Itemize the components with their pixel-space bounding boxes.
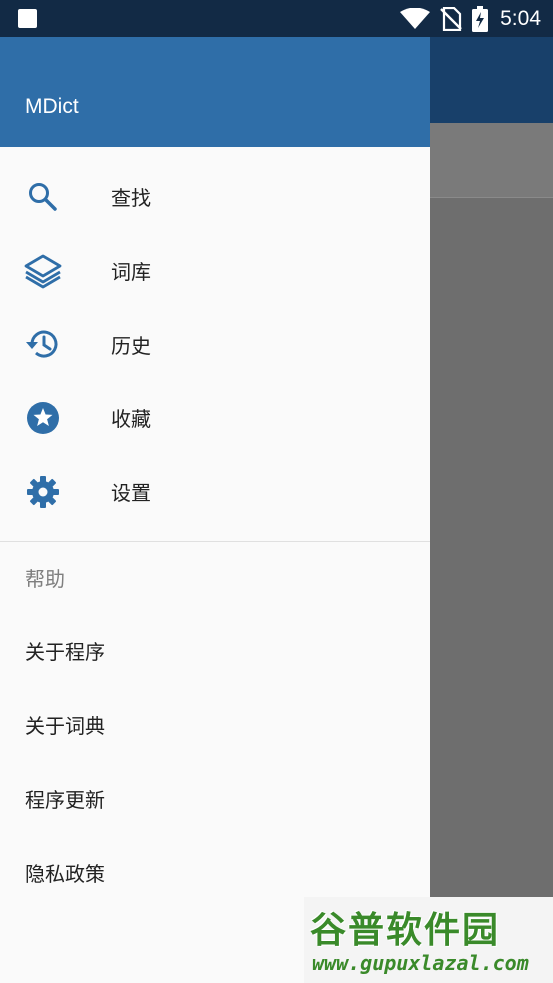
watermark: 谷普软件园 www.gupuxlazal.com — [304, 897, 553, 983]
nav-item-label: 词库 — [111, 260, 151, 285]
status-time: 5:04 — [500, 6, 541, 30]
watermark-url: www.gupuxlazal.com — [312, 951, 529, 975]
battery-charging-icon — [472, 5, 489, 32]
nav-item-favorites[interactable]: 收藏 — [0, 381, 430, 455]
history-icon — [23, 324, 63, 364]
gear-icon — [23, 472, 63, 512]
wifi-icon — [400, 7, 431, 29]
menu-item-about-app[interactable]: 关于程序 — [0, 616, 430, 690]
navigation-drawer: MDict 查找 词库 历史 收藏 设置 帮助 关于程序 关于词典 程序更新 隐… — [0, 37, 430, 983]
nav-item-history[interactable]: 历史 — [0, 307, 430, 381]
drawer-title: MDict — [25, 95, 79, 118]
drawer-header: MDict — [0, 37, 430, 147]
nav-item-label: 查找 — [111, 186, 151, 211]
layers-icon — [23, 251, 63, 291]
help-section-header: 帮助 — [25, 567, 65, 592]
nav-item-settings[interactable]: 设置 — [0, 455, 430, 529]
nav-item-label: 设置 — [111, 481, 151, 506]
menu-item-about-dictionary[interactable]: 关于词典 — [0, 690, 430, 764]
menu-item-app-update[interactable]: 程序更新 — [0, 764, 430, 838]
status-icons: 5:04 — [400, 0, 541, 37]
nav-item-label: 历史 — [111, 333, 151, 358]
nav-item-label: 收藏 — [111, 407, 151, 432]
star-icon — [23, 398, 63, 438]
search-icon — [23, 177, 63, 217]
status-bar: 5:04 — [0, 0, 553, 37]
nav-list: 查找 词库 历史 收藏 设置 — [0, 147, 430, 528]
notification-square-icon — [18, 9, 37, 28]
no-sim-icon — [440, 6, 462, 31]
nav-item-library[interactable]: 词库 — [0, 234, 430, 308]
watermark-brand: 谷普软件园 — [310, 910, 501, 951]
nav-item-search[interactable]: 查找 — [0, 160, 430, 234]
